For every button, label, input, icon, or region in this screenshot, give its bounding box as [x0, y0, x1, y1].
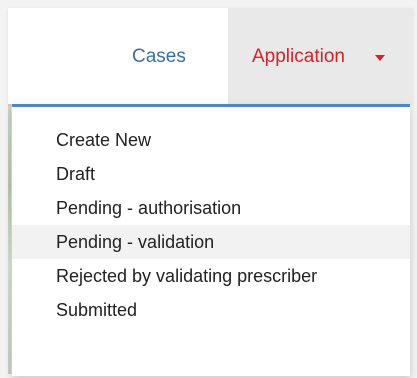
screen: Cases Application Create New Draft Pendi…: [0, 0, 417, 378]
nav-link-cases[interactable]: Cases: [132, 42, 186, 72]
menu-item-draft[interactable]: Draft: [12, 157, 410, 191]
menu-item-pending-authorisation[interactable]: Pending - authorisation: [12, 191, 410, 225]
menu-item-submitted[interactable]: Submitted: [12, 293, 410, 327]
application-dropdown-menu: Create New Draft Pending - authorisation…: [12, 104, 410, 376]
nav-dropdown-application[interactable]: Application: [228, 8, 413, 104]
menu-item-create-new[interactable]: Create New: [12, 123, 410, 157]
menu-item-pending-validation[interactable]: Pending - validation: [12, 225, 410, 259]
nav-application-label: Application: [252, 46, 345, 67]
top-navbar: Cases Application: [8, 8, 413, 104]
caret-down-icon: [375, 55, 385, 61]
menu-item-rejected-by-validating-prescriber[interactable]: Rejected by validating prescriber: [12, 259, 410, 293]
